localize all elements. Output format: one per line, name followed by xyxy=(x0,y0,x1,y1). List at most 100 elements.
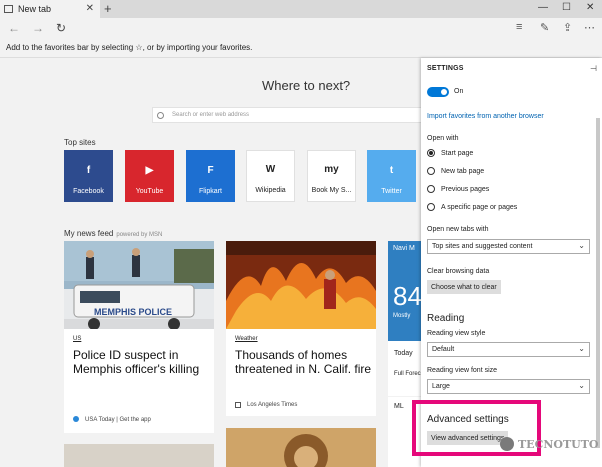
site-logo-icon: f xyxy=(86,164,91,176)
reading-heading: Reading xyxy=(427,313,465,324)
radio-new-tab-page[interactable]: New tab page xyxy=(427,167,484,175)
full-forecast-link[interactable]: Full Forec xyxy=(394,371,421,377)
news-headline[interactable]: Thousands of homes threatened in N. Cali… xyxy=(235,348,373,376)
radio-icon xyxy=(427,203,435,211)
tab-new-tab[interactable]: New tab ✕ xyxy=(0,0,100,18)
radio-previous-pages[interactable]: Previous pages xyxy=(427,185,489,193)
powered-by-label: powered by MSN xyxy=(116,232,163,238)
maximize-icon[interactable]: ☐ xyxy=(562,2,571,13)
source-logo-icon xyxy=(73,416,79,422)
site-logo-icon: t xyxy=(389,164,394,176)
top-site-label: Wikipedia xyxy=(255,187,286,194)
site-logo-icon: my xyxy=(324,163,339,175)
news-category: Weather xyxy=(235,336,258,342)
news-card[interactable] xyxy=(64,444,214,467)
reading-style-label: Reading view style xyxy=(427,330,486,337)
top-site-tile[interactable]: my Book My S... xyxy=(307,150,356,202)
radio-icon xyxy=(427,185,435,193)
radio-specific-page[interactable]: A specific page or pages xyxy=(427,203,517,211)
chevron-down-icon: ⌄ xyxy=(578,241,585,250)
top-site-label: Book My S... xyxy=(311,187,352,194)
open-new-tabs-select[interactable]: Top sites and suggested content ⌄ xyxy=(427,239,590,254)
toggle-state-label: On xyxy=(454,88,464,95)
refresh-icon[interactable]: ↻ xyxy=(56,21,66,35)
top-site-label: YouTube xyxy=(135,188,164,195)
top-site-tile[interactable]: W Wikipedia xyxy=(246,150,295,202)
radio-label: A specific page or pages xyxy=(441,203,518,211)
news-image-police: MEMPHIS POLICE xyxy=(64,241,214,329)
tab-strip: New tab ✕ + — ☐ ✕ xyxy=(0,0,602,18)
radio-label: New tab page xyxy=(441,167,485,175)
weather-temperature: 84 xyxy=(393,281,421,311)
watermark: TECNOTUTO xyxy=(500,437,599,451)
radio-start-page[interactable]: Start page xyxy=(427,149,473,157)
select-value: Large xyxy=(432,383,450,390)
top-site-tile[interactable]: f Facebook xyxy=(64,150,113,202)
radio-label: Previous pages xyxy=(441,185,490,193)
web-note-icon[interactable]: ✎ xyxy=(540,21,549,34)
reading-font-label: Reading view font size xyxy=(427,367,498,374)
search-placeholder: Search or enter web address xyxy=(172,112,250,118)
news-headline[interactable]: Police ID suspect in Memphis officer's k… xyxy=(73,348,208,376)
forecast-today: Today xyxy=(394,350,413,357)
select-value: Top sites and suggested content xyxy=(432,243,533,250)
favorites-bar-toggle[interactable] xyxy=(427,87,449,97)
radio-label: Start page xyxy=(441,149,474,157)
news-feed-label: My news feed powered by MSN xyxy=(64,229,162,238)
more-icon[interactable]: ⋯ xyxy=(584,21,595,34)
news-headline-partial: ML xyxy=(394,403,404,410)
share-icon[interactable]: ⇪ xyxy=(563,21,572,34)
settings-title: SETTINGS xyxy=(427,65,464,72)
reading-font-select[interactable]: Large ⌄ xyxy=(427,379,590,394)
page-heading: Where to next? xyxy=(262,78,351,93)
minimize-icon[interactable]: — xyxy=(538,2,548,13)
close-tab-icon[interactable]: ✕ xyxy=(86,3,94,14)
import-favorites-link[interactable]: Import favorites from another browser xyxy=(427,113,544,120)
top-sites-label: Top sites xyxy=(64,138,96,147)
news-category: US xyxy=(73,336,82,342)
search-input[interactable]: Search or enter web address xyxy=(152,107,427,123)
news-image-lion xyxy=(226,428,376,467)
weather-condition: Mostly xyxy=(393,313,411,319)
top-site-label: Twitter xyxy=(381,188,402,195)
site-logo-icon: W xyxy=(265,163,276,175)
back-arrow-icon[interactable]: ← xyxy=(8,21,20,35)
navigation-bar: ← → ↻ ≡ ✎ ⇪ ⋯ xyxy=(0,18,602,38)
open-with-label: Open with xyxy=(427,135,459,142)
new-tab-plus-icon[interactable]: + xyxy=(104,1,112,16)
site-logo-icon: F xyxy=(207,164,214,176)
open-new-tabs-label: Open new tabs with xyxy=(427,226,489,233)
radio-icon xyxy=(427,167,435,175)
top-site-tile[interactable]: ▶ YouTube xyxy=(125,150,174,202)
news-image-fire xyxy=(226,241,376,329)
search-icon xyxy=(157,111,164,119)
watermark-text: TECNOTUTO xyxy=(518,437,599,451)
scrollbar-thumb[interactable] xyxy=(596,118,600,448)
source-logo-icon xyxy=(235,402,241,408)
news-card[interactable]: Weather Thousands of homes threatened in… xyxy=(226,241,376,416)
scrollbar[interactable] xyxy=(595,58,601,467)
top-site-tile[interactable]: t Twitter xyxy=(367,150,416,202)
forward-arrow-icon[interactable]: → xyxy=(32,21,44,35)
chevron-down-icon: ⌄ xyxy=(578,344,585,353)
news-feed-title: My news feed xyxy=(64,229,114,238)
choose-what-to-clear-button[interactable]: Choose what to clear xyxy=(427,280,501,294)
select-value: Default xyxy=(432,346,455,353)
svg-text:MEMPHIS POLICE: MEMPHIS POLICE xyxy=(94,307,172,317)
top-site-tile[interactable]: F Flipkart xyxy=(186,150,235,202)
close-window-icon[interactable]: ✕ xyxy=(586,2,594,13)
hub-icon[interactable]: ≡ xyxy=(516,21,522,33)
top-site-label: Facebook xyxy=(73,188,104,195)
news-source: USA Today | Get the app xyxy=(85,417,151,423)
news-card[interactable] xyxy=(226,428,376,467)
tab-page-icon xyxy=(4,5,13,13)
tab-title: New tab xyxy=(18,4,52,14)
watermark-logo-icon xyxy=(500,437,514,451)
favorites-bar: Add to the favorites bar by selecting ☆,… xyxy=(0,38,602,58)
chevron-down-icon: ⌄ xyxy=(578,381,585,390)
news-card[interactable]: MEMPHIS POLICE US Police ID suspect in M… xyxy=(64,241,214,433)
radio-selected-icon xyxy=(427,149,435,157)
reading-style-select[interactable]: Default ⌄ xyxy=(427,342,590,357)
weather-location: Navi M xyxy=(393,245,415,252)
top-site-label: Flipkart xyxy=(199,188,222,195)
